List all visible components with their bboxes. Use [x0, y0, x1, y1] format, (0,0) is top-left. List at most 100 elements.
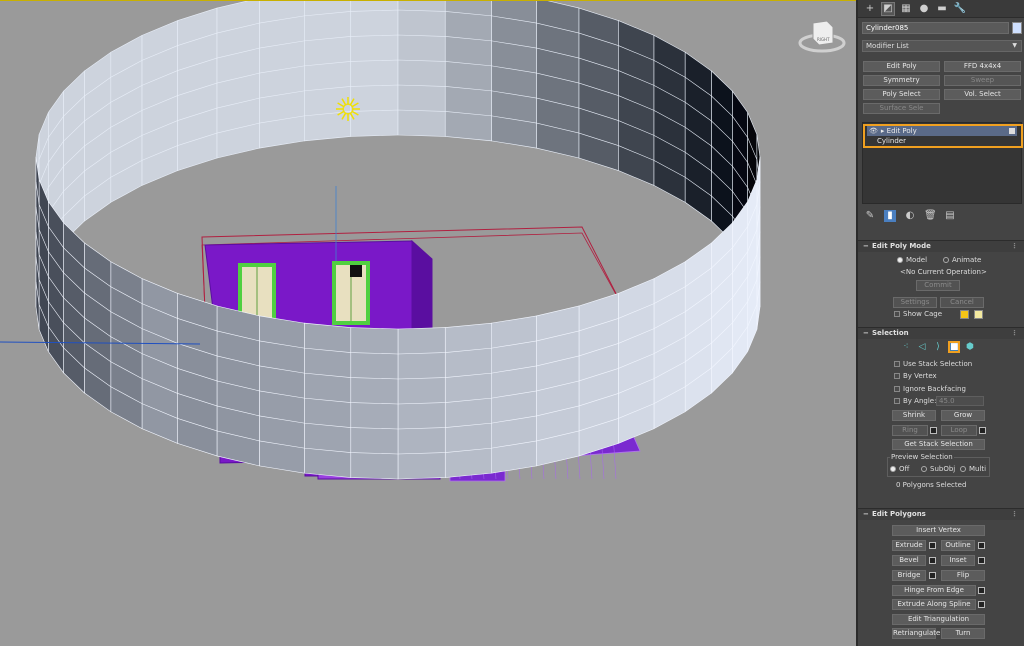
- remove-modifier-icon[interactable]: 🗑: [924, 210, 937, 222]
- hinge-settings-icon[interactable]: [978, 587, 985, 594]
- preview-selection-label: Preview Selection: [890, 453, 954, 462]
- loop-button[interactable]: Loop: [941, 425, 977, 436]
- show-cage-label: Show Cage: [903, 310, 943, 318]
- extrude-button[interactable]: Extrude: [892, 540, 926, 551]
- stack-item-cylinder[interactable]: Cylinder: [867, 136, 906, 146]
- object-name-row: Cylinder085: [862, 22, 1022, 34]
- hinge-from-edge-button[interactable]: Hinge From Edge: [892, 585, 976, 596]
- collapse-icon: −: [863, 510, 869, 518]
- vertex-level-icon[interactable]: ⁖: [900, 341, 912, 353]
- utilities-tab-icon[interactable]: 🔧: [954, 3, 966, 15]
- stack-toolbar: ✎ ▮ ◐ 🗑 ▤: [864, 210, 956, 222]
- grip-icon: ⋮: [1011, 510, 1018, 518]
- create-tab-icon[interactable]: +: [864, 3, 876, 15]
- insert-vertex-button[interactable]: Insert Vertex: [892, 525, 985, 536]
- hierarchy-tab-icon[interactable]: ▦: [900, 3, 912, 15]
- element-level-icon[interactable]: ⬢: [964, 341, 976, 353]
- modifier-sets: Edit Poly FFD 4x4x4 Symmetry Sweep Poly …: [863, 61, 1021, 114]
- checkbox-icon: [894, 398, 900, 404]
- eye-icon[interactable]: 👁: [869, 126, 878, 136]
- edit-poly-mode-header[interactable]: − Edit Poly Mode ⋮: [858, 240, 1024, 252]
- by-vertex-label: By Vertex: [903, 372, 937, 380]
- multi-label: Multi: [969, 465, 987, 473]
- cylinder-back-segment: [259, 1, 305, 149]
- retriangulate-button[interactable]: Retriangulate: [892, 628, 940, 639]
- polygon-level-icon[interactable]: ■: [948, 341, 960, 353]
- outline-button[interactable]: Outline: [941, 540, 975, 551]
- ring-button[interactable]: Ring: [892, 425, 928, 436]
- bevel-button[interactable]: Bevel: [892, 555, 926, 566]
- checkbox-icon: [894, 361, 900, 367]
- inset-button[interactable]: Inset: [941, 555, 975, 566]
- collapse-icon: −: [863, 242, 869, 250]
- poly-select-button[interactable]: Poly Select: [863, 89, 940, 100]
- extrude-along-spline-button[interactable]: Extrude Along Spline: [892, 599, 976, 610]
- bridge-settings-icon[interactable]: [929, 572, 936, 579]
- modifier-list-dropdown[interactable]: Modifier List ▼: [862, 40, 1022, 52]
- commit-button[interactable]: Commit: [916, 280, 960, 291]
- radio-icon: [890, 466, 896, 472]
- by-angle-checkbox[interactable]: By Angle:: [894, 397, 936, 406]
- get-stack-selection-button[interactable]: Get Stack Selection: [892, 439, 985, 450]
- checkbox-icon: [894, 373, 900, 379]
- make-unique-icon[interactable]: ◐: [904, 210, 916, 222]
- edit-poly-button[interactable]: Edit Poly: [863, 61, 940, 72]
- display-tab-icon[interactable]: ▬: [936, 3, 948, 15]
- ring-spinner-icon[interactable]: [930, 427, 937, 434]
- border-level-icon[interactable]: ⟩: [932, 341, 944, 353]
- edit-triangulation-button[interactable]: Edit Triangulation: [892, 614, 985, 625]
- edge-level-icon[interactable]: ◁: [916, 341, 928, 353]
- inset-settings-icon[interactable]: [978, 557, 985, 564]
- motion-tab-icon[interactable]: ●: [918, 3, 930, 15]
- cage-color-swatch-1[interactable]: [960, 310, 969, 319]
- cancel-button[interactable]: Cancel: [940, 297, 984, 308]
- perspective-viewport[interactable]: RIGHT: [0, 0, 856, 646]
- selection-header[interactable]: − Selection ⋮: [858, 327, 1024, 339]
- ignore-backfacing-checkbox[interactable]: Ignore Backfacing: [894, 385, 966, 394]
- modifier-list-label: Modifier List: [866, 42, 909, 50]
- pin-stack-icon[interactable]: ✎: [864, 210, 876, 222]
- model-radio[interactable]: Model: [897, 256, 927, 265]
- bevel-settings-icon[interactable]: [929, 557, 936, 564]
- checkbox-icon: [894, 311, 900, 317]
- viewcube[interactable]: RIGHT: [797, 19, 847, 55]
- scene-canvas[interactable]: [0, 1, 856, 646]
- by-vertex-checkbox[interactable]: By Vertex: [894, 372, 937, 381]
- current-operation-label: <No Current Operation>: [900, 268, 987, 276]
- modify-tab-icon[interactable]: ◩: [881, 1, 895, 16]
- subobj-label: SubObj: [930, 465, 956, 473]
- preview-off-radio[interactable]: Off: [890, 465, 909, 474]
- object-name-field[interactable]: Cylinder085: [862, 22, 1009, 34]
- flip-button[interactable]: Flip: [941, 570, 985, 581]
- settings-button[interactable]: Settings: [893, 297, 937, 308]
- ffd-button[interactable]: FFD 4x4x4: [944, 61, 1021, 72]
- animate-label: Animate: [952, 256, 982, 264]
- outline-settings-icon[interactable]: [978, 542, 985, 549]
- bridge-button[interactable]: Bridge: [892, 570, 926, 581]
- preview-subobj-radio[interactable]: SubObj: [921, 465, 955, 474]
- modifier-stack[interactable]: 👁 ▸ Edit Poly Cylinder: [862, 122, 1023, 204]
- show-end-result-icon[interactable]: ▮: [884, 210, 896, 222]
- stack-item-edit-poly[interactable]: 👁 ▸ Edit Poly: [867, 126, 1017, 136]
- shrink-button[interactable]: Shrink: [892, 410, 936, 421]
- preview-multi-radio[interactable]: Multi: [960, 465, 986, 474]
- stack-item-toggle[interactable]: [1009, 128, 1015, 134]
- cage-color-swatch-2[interactable]: [974, 310, 983, 319]
- turn-button[interactable]: Turn: [941, 628, 985, 639]
- stack-item-label: Edit Poly: [886, 127, 917, 135]
- use-stack-selection-checkbox[interactable]: Use Stack Selection: [894, 360, 972, 369]
- animate-radio[interactable]: Animate: [943, 256, 981, 265]
- edit-polygons-header[interactable]: − Edit Polygons ⋮: [858, 508, 1024, 520]
- loop-spinner-icon[interactable]: [979, 427, 986, 434]
- surface-select-button[interactable]: Surface Sele: [863, 103, 940, 114]
- configure-sets-icon[interactable]: ▤: [944, 210, 956, 222]
- grow-button[interactable]: Grow: [941, 410, 985, 421]
- sweep-button[interactable]: Sweep: [944, 75, 1021, 86]
- extrude-spline-settings-icon[interactable]: [978, 601, 985, 608]
- angle-spinner[interactable]: 45.0: [936, 396, 984, 406]
- extrude-settings-icon[interactable]: [929, 542, 936, 549]
- object-color-swatch[interactable]: [1012, 22, 1022, 34]
- symmetry-button[interactable]: Symmetry: [863, 75, 940, 86]
- vol-select-button[interactable]: Vol. Select: [944, 89, 1021, 100]
- show-cage-checkbox[interactable]: Show Cage: [894, 310, 942, 319]
